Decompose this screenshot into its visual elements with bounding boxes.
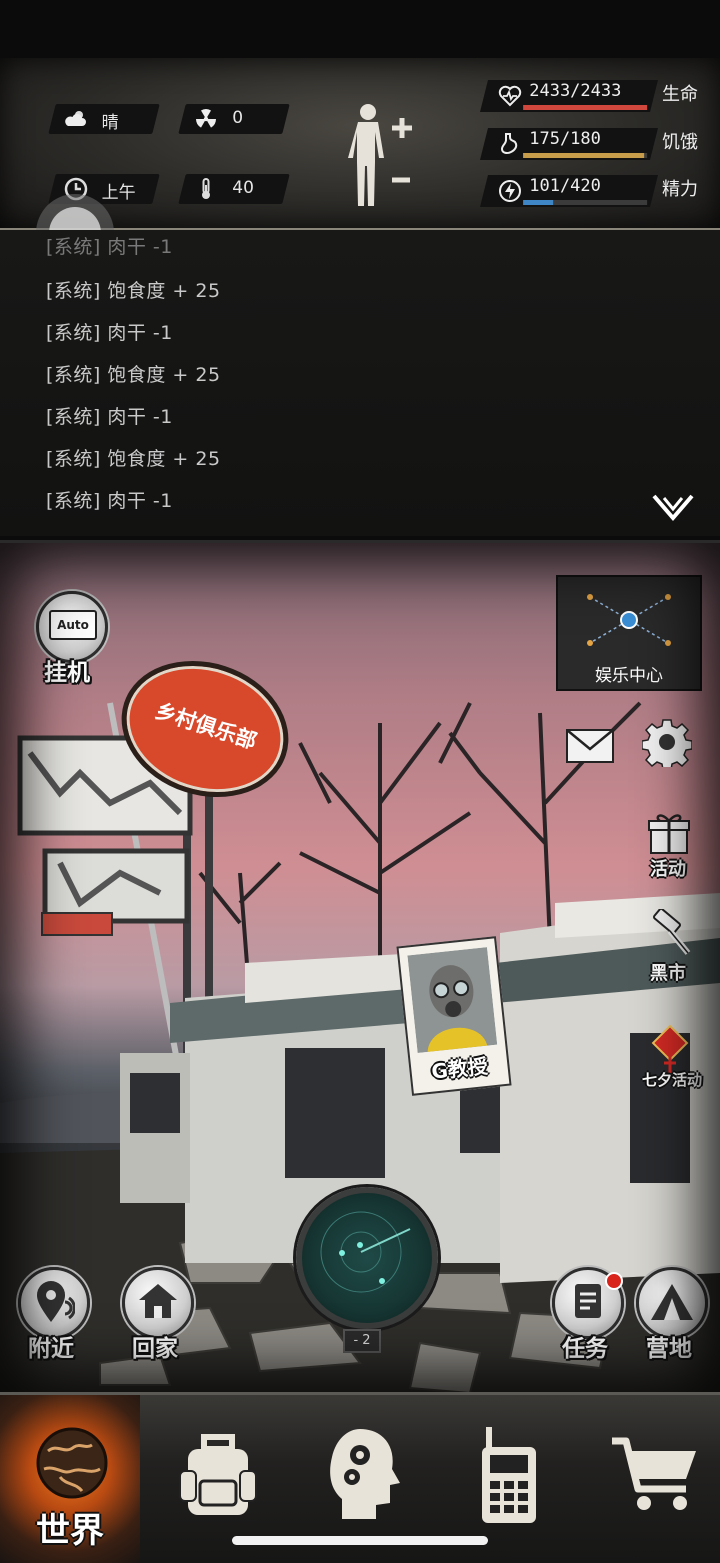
tab-world[interactable]: 世界 — [0, 1395, 140, 1563]
task-scroll-icon — [575, 1284, 601, 1318]
radar-sweep-icon — [320, 1211, 411, 1293]
gas-mask-portrait-icon — [407, 947, 498, 1054]
gift-icon[interactable] — [646, 811, 692, 855]
heart-pulse-icon — [498, 85, 522, 107]
scene-view: 乡村俱乐部 Auto 挂机 娱乐中心 活动 黑市 七夕活动 G教授 - 2 附近… — [0, 540, 720, 1395]
radiation-value: 0 — [232, 108, 244, 128]
camp-label: 营地 — [646, 1336, 692, 1362]
radiation-chip: 0 — [178, 104, 290, 134]
log-line: [系统] 肉干 -1 — [46, 236, 173, 258]
tent-icon — [651, 1284, 693, 1320]
location-pin-icon — [37, 1281, 75, 1322]
gavel-icon[interactable] — [644, 909, 694, 959]
temperature-value: 40 — [232, 178, 254, 198]
stomach-icon — [500, 133, 518, 154]
log-line: [系统] 饱食度 + 25 — [46, 280, 221, 302]
chinese-knot-icon[interactable] — [642, 1019, 698, 1075]
energy-bolt-icon — [499, 180, 521, 202]
temperature-chip: 40 — [178, 174, 290, 204]
house-icon — [139, 1284, 177, 1318]
auto-badge: Auto — [49, 610, 97, 640]
thermometer-icon — [202, 178, 210, 199]
nearby-label: 附近 — [28, 1336, 74, 1362]
expand-log-chevron-icon[interactable] — [650, 492, 696, 524]
head-gears-icon — [330, 1429, 400, 1519]
home-indicator[interactable] — [232, 1536, 488, 1545]
settings-gear-icon[interactable] — [642, 717, 692, 767]
walkie-talkie-icon — [482, 1427, 536, 1523]
status-panel: 晴 0 上午 40 2433/2433 生命 175/180 饥饿 101/42… — [0, 58, 720, 230]
radiation-icon — [196, 109, 216, 128]
globe-icon — [36, 1427, 108, 1499]
mail-icon[interactable] — [564, 725, 616, 767]
cloud-sun-icon — [65, 111, 86, 126]
energy-row: 101/420 — [480, 175, 658, 207]
log-line: [系统] 肉干 -1 — [46, 490, 173, 512]
npc-card[interactable]: G教授 — [396, 936, 512, 1096]
energy-value: 101/420 — [529, 176, 601, 196]
club-sign-text: 乡村俱乐部 — [152, 698, 260, 754]
black-market-label[interactable]: 黑市 — [650, 959, 686, 985]
minimap-label: 娱乐中心 — [595, 666, 663, 686]
time-value: 上午 — [101, 183, 136, 203]
character-body-icon[interactable] — [346, 102, 422, 210]
health-row: 2433/2433 — [480, 80, 658, 112]
log-line: [系统] 肉干 -1 — [46, 322, 173, 344]
minimap[interactable]: 娱乐中心 — [556, 575, 702, 691]
health-bar — [523, 105, 648, 110]
radar-level: - 2 — [343, 1329, 381, 1353]
task-notification-dot — [605, 1272, 623, 1290]
auto-idle-label: 挂机 — [44, 660, 90, 686]
hunger-row: 175/180 — [480, 128, 658, 160]
health-label: 生命 — [662, 84, 698, 105]
hunger-bar — [523, 153, 648, 158]
message-log[interactable]: [系统] 肉干 -1 [系统] 饱食度 + 25 [系统] 肉干 -1 [系统]… — [0, 230, 720, 536]
minimap-route-icon — [587, 594, 671, 646]
tab-world-label: 世界 — [36, 1511, 104, 1551]
weather-chip: 晴 — [48, 104, 160, 134]
go-home-label: 回家 — [132, 1336, 178, 1362]
health-value: 2433/2433 — [529, 81, 622, 101]
log-line: [系统] 饱食度 + 25 — [46, 448, 221, 470]
tab-shop[interactable] — [590, 1395, 720, 1563]
log-line: [系统] 饱食度 + 25 — [46, 364, 221, 386]
energy-label: 精力 — [662, 179, 698, 200]
npc-name: G教授 — [430, 1053, 489, 1084]
hunger-value: 175/180 — [529, 129, 601, 149]
weather-value: 晴 — [101, 113, 119, 133]
qixi-label[interactable]: 七夕活动 — [642, 1069, 702, 1090]
shopping-cart-icon — [612, 1437, 696, 1510]
hunger-label: 饥饿 — [662, 132, 698, 153]
radar-scanner[interactable] — [296, 1187, 438, 1329]
log-line: [系统] 肉干 -1 — [46, 406, 173, 428]
tasks-label: 任务 — [562, 1336, 608, 1362]
activity-label[interactable]: 活动 — [650, 855, 686, 881]
backpack-icon — [179, 1434, 257, 1515]
energy-bar — [523, 200, 648, 205]
